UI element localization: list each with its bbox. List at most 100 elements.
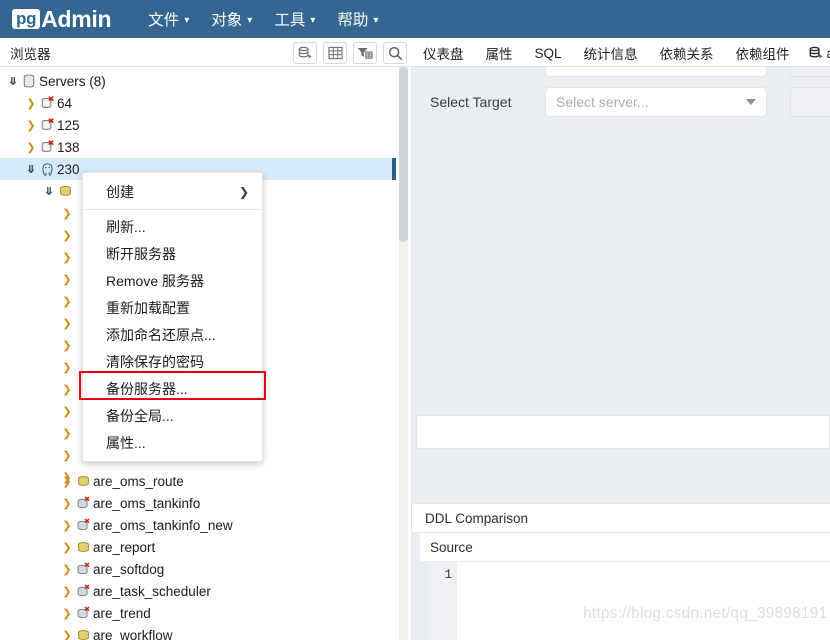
menu-help[interactable]: 帮助 ▾	[326, 0, 389, 38]
menu-file-label: 文件	[148, 12, 180, 29]
ddl-comparison-header: DDL Comparison	[412, 503, 830, 533]
diff-results-area	[416, 415, 830, 449]
tree-item-are-task-scheduler[interactable]: ❯ are_task_scheduler	[0, 580, 396, 602]
select-source-dropdown[interactable]: Select server...	[545, 67, 767, 77]
tab-sql[interactable]: SQL	[524, 46, 573, 61]
chevron-right-icon[interactable]: ❯	[60, 629, 74, 640]
menu-object[interactable]: 对象 ▾	[200, 0, 263, 38]
chevron-right-icon[interactable]: ❯	[60, 207, 74, 220]
chevron-down-icon: ▾	[373, 14, 379, 26]
chevron-right-icon[interactable]: ❯	[60, 475, 74, 488]
tab-dependencies[interactable]: 依赖关系	[649, 43, 725, 63]
chevron-right-icon[interactable]: ❯	[60, 541, 74, 554]
context-menu-item-backup-globals[interactable]: 备份全局...	[83, 402, 262, 429]
editor-line-number: 1	[444, 568, 452, 582]
tree-item-are-softdog[interactable]: ❯ are_softdog	[0, 558, 396, 580]
source-code-editor[interactable]: 1	[427, 561, 830, 640]
context-menu-item-label: 清除保存的密码	[106, 353, 204, 370]
chevron-down-icon[interactable]: ⤋	[6, 75, 20, 88]
chevron-right-icon[interactable]: ❯	[60, 563, 74, 576]
chevron-right-icon[interactable]: ❯	[60, 339, 74, 352]
filter-icon[interactable]	[353, 42, 377, 64]
context-menu-item-clear-saved-password[interactable]: 清除保存的密码	[83, 348, 262, 375]
menu-tools-label: 工具	[274, 12, 306, 29]
select-target-label: Select Target	[430, 94, 512, 110]
context-menu-item-remove-server[interactable]: Remove 服务器	[83, 267, 262, 294]
tree-item-server-138[interactable]: ❯ 138	[0, 136, 396, 158]
context-menu-item-label: 属性...	[106, 434, 146, 451]
tree-scrollbar-thumb[interactable]	[399, 67, 408, 242]
database-disconnected-icon	[74, 518, 92, 533]
tree-item-server-125[interactable]: ❯ 125	[0, 114, 396, 136]
select-target-dropdown[interactable]: Select server...	[545, 87, 767, 117]
chevron-right-icon[interactable]: ❯	[60, 405, 74, 418]
tree-item-servers[interactable]: ⤋ Servers (8)	[0, 70, 396, 92]
tree-item-are-trend[interactable]: ❯ are_trend	[0, 602, 396, 624]
chevron-right-icon: ❯	[238, 184, 249, 199]
tree-item-are-workflow[interactable]: ❯ are_workflow	[0, 624, 396, 640]
context-menu-item-refresh[interactable]: 刷新...	[83, 213, 262, 240]
chevron-right-icon[interactable]: ❯	[60, 607, 74, 620]
menu-tools[interactable]: 工具 ▾	[263, 0, 326, 38]
server-context-menu[interactable]: 创建 ❯ 刷新... 断开服务器 Remove 服务器 重新加载配置 添加命名还…	[82, 172, 263, 462]
tree-item-are-oms-tankinfo-new[interactable]: ❯ are_oms_tankinfo_new	[0, 514, 396, 536]
chevron-right-icon[interactable]: ❯	[60, 449, 74, 462]
select-target-row: Select Target Select server...	[412, 85, 830, 119]
tree-item-are-oms-route[interactable]: ❯ are_oms_route	[0, 470, 396, 492]
database-disconnected-icon	[74, 562, 92, 577]
object-explorer-icon[interactable]	[293, 42, 317, 64]
chevron-down-icon[interactable]: ⤋	[42, 185, 56, 198]
tree-item-label: are_oms_tankinfo_new	[93, 517, 233, 533]
context-menu-item-label: 重新加载配置	[106, 299, 190, 316]
tree-item-are-oms-tankinfo[interactable]: ❯ are_oms_tankinfo	[0, 492, 396, 514]
grid-icon[interactable]	[323, 42, 347, 64]
chevron-right-icon[interactable]: ❯	[60, 497, 74, 510]
source-action-button[interactable]	[790, 67, 830, 77]
chevron-right-icon[interactable]: ❯	[60, 519, 74, 532]
tree-item-are-report[interactable]: ❯ are_report	[0, 536, 396, 558]
pgadmin-logo: pg Admin	[12, 5, 112, 33]
context-menu-item-backup-server[interactable]: 备份服务器...	[83, 375, 262, 402]
chevron-right-icon[interactable]: ❯	[60, 585, 74, 598]
chevron-right-icon[interactable]: ❯	[24, 141, 38, 154]
context-menu-separator	[83, 209, 262, 210]
chevron-right-icon[interactable]: ❯	[60, 273, 74, 286]
context-menu-item-properties[interactable]: 属性...	[83, 429, 262, 456]
context-menu-item-label: 添加命名还原点...	[106, 326, 216, 343]
menu-file[interactable]: 文件 ▾	[137, 0, 200, 38]
context-menu-item-label: 创建	[106, 183, 134, 200]
tab-dependents[interactable]: 依赖组件	[725, 43, 801, 63]
tree-item-label: are_trend	[93, 605, 151, 621]
context-menu-item-label: 备份全局...	[106, 407, 174, 424]
tree-item-label: 64	[57, 95, 73, 111]
chevron-right-icon[interactable]: ❯	[60, 383, 74, 396]
tab-dashboard[interactable]: 仪表盘	[412, 43, 475, 63]
context-menu-item-add-named-restore-point[interactable]: 添加命名还原点...	[83, 321, 262, 348]
select-target-value: Select server...	[556, 94, 649, 110]
databases-group-icon	[56, 184, 74, 199]
schema-diff-icon[interactable]	[809, 46, 824, 61]
tree-item-server-64[interactable]: ❯ 64	[0, 92, 396, 114]
chevron-down-icon[interactable]: ⤋	[24, 163, 38, 176]
tree-scrollbar[interactable]	[399, 67, 408, 640]
tab-properties[interactable]: 属性	[475, 43, 524, 63]
chevron-right-icon[interactable]: ❯	[60, 251, 74, 264]
chevron-right-icon[interactable]: ❯	[60, 229, 74, 242]
chevron-right-icon[interactable]: ❯	[24, 97, 38, 110]
schema-diff-panel: Select Source Select server... Select Ta…	[412, 67, 830, 640]
target-action-button[interactable]	[790, 87, 830, 117]
context-menu-item-reload-configuration[interactable]: 重新加载配置	[83, 294, 262, 321]
chevron-down-icon	[746, 99, 756, 105]
tab-statistics[interactable]: 统计信息	[573, 43, 649, 63]
chevron-right-icon[interactable]: ❯	[60, 361, 74, 374]
chevron-right-icon[interactable]: ❯	[60, 295, 74, 308]
context-menu-item-create[interactable]: 创建 ❯	[83, 178, 262, 205]
context-menu-item-disconnect-server[interactable]: 断开服务器	[83, 240, 262, 267]
chevron-right-icon[interactable]: ❯	[60, 317, 74, 330]
chevron-right-icon[interactable]: ❯	[60, 427, 74, 440]
chevron-right-icon[interactable]: ❯	[24, 119, 38, 132]
source-pane-title: Source	[430, 539, 473, 555]
tree-item-label: Servers (8)	[39, 73, 106, 89]
search-icon[interactable]	[383, 42, 407, 64]
logo-admin-text: Admin	[41, 5, 112, 32]
